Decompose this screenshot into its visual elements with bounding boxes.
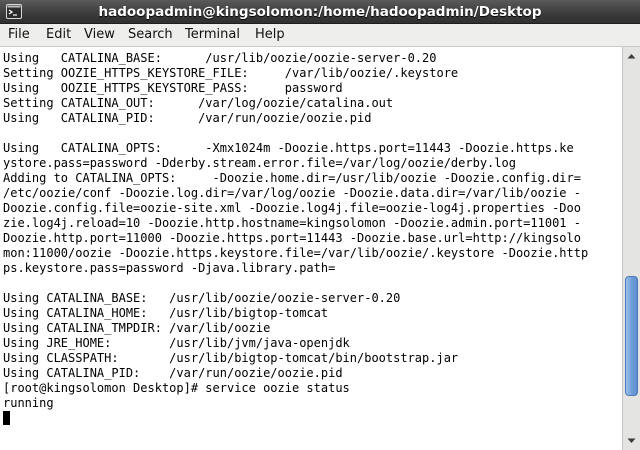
scroll-track[interactable] xyxy=(625,67,638,430)
terminal-line: Using JRE_HOME: /usr/lib/jvm/java-openjd… xyxy=(3,336,350,350)
terminal-line: Using OOZIE_HTTPS_KEYSTORE_PASS: passwor… xyxy=(3,81,343,95)
terminal-line: zie.log4j.reload=10 -Doozie.http.hostnam… xyxy=(3,216,581,230)
terminal-line: Using CATALINA_BASE: /usr/lib/oozie/oozi… xyxy=(3,291,401,305)
terminal-window: hadoopadmin@kingsolomon:/home/hadoopadmi… xyxy=(0,0,640,450)
terminal-line: Using CATALINA_HOME: /usr/lib/bigtop-tom… xyxy=(3,306,329,320)
terminal-line: Using CLASSPATH: /usr/lib/bigtop-tomcat/… xyxy=(3,351,459,365)
terminal-line: ystore.pass=password -Dderby.stream.erro… xyxy=(3,156,516,170)
text-cursor xyxy=(3,411,10,425)
window-title: hadoopadmin@kingsolomon:/home/hadoopadmi… xyxy=(98,4,542,20)
terminal-line: Using CATALINA_OPTS: -Xmx1024m -Doozie.h… xyxy=(3,141,574,155)
terminal-prompt-line xyxy=(3,411,588,426)
scroll-thumb[interactable] xyxy=(625,276,638,396)
terminal-line: Using CATALINA_BASE: /usr/lib/oozie/oozi… xyxy=(3,51,437,65)
menu-edit[interactable]: Edit xyxy=(46,24,71,46)
terminal-line: /etc/oozie/conf -Doozie.log.dir=/var/log… xyxy=(3,186,581,200)
terminal-line: Setting CATALINA_OUT: /var/log/oozie/cat… xyxy=(3,96,394,110)
title-bar[interactable]: hadoopadmin@kingsolomon:/home/hadoopadmi… xyxy=(0,0,640,24)
terminal-line: Doozie.http.port=11000 -Doozie.https.por… xyxy=(3,231,581,245)
terminal-line: Doozie.config.file=oozie-site.xml -Doozi… xyxy=(3,201,581,215)
terminal-line: Setting OOZIE_HTTPS_KEYSTORE_FILE: /var/… xyxy=(3,66,459,80)
terminal-line: mon:11000/oozie -Doozie.https.keystore.f… xyxy=(3,246,589,260)
terminal-line: Using CATALINA_PID: /var/run/oozie/oozie… xyxy=(3,111,372,125)
terminal-line: Using CATALINA_TMPDIR: /var/lib/oozie xyxy=(3,321,271,335)
menu-help[interactable]: Help xyxy=(255,24,285,46)
menu-file[interactable]: File xyxy=(8,24,30,46)
menu-bar: File Edit View Search Terminal Help xyxy=(0,24,640,47)
terminal-text: Using CATALINA_BASE: /usr/lib/oozie/oozi… xyxy=(3,51,588,426)
menu-terminal[interactable]: Terminal xyxy=(185,24,240,46)
terminal-line: Using CATALINA_PID: /var/run/oozie/oozie… xyxy=(3,366,343,380)
terminal-line: [root@kingsolomon Desktop]# service oozi… xyxy=(3,381,350,395)
terminal-line: Adding to CATALINA_OPTS: -Doozie.home.di… xyxy=(3,171,581,185)
scroll-up-arrow-icon[interactable] xyxy=(623,49,640,64)
terminal-output[interactable]: Using CATALINA_BASE: /usr/lib/oozie/oozi… xyxy=(0,47,622,450)
vertical-scrollbar[interactable] xyxy=(622,47,640,450)
terminal-line: running xyxy=(3,396,54,410)
menu-search[interactable]: Search xyxy=(128,24,173,46)
menu-view[interactable]: View xyxy=(84,24,115,46)
terminal-line: ps.keystore.pass=password -Djava.library… xyxy=(3,261,336,275)
scroll-down-arrow-icon[interactable] xyxy=(623,433,640,448)
